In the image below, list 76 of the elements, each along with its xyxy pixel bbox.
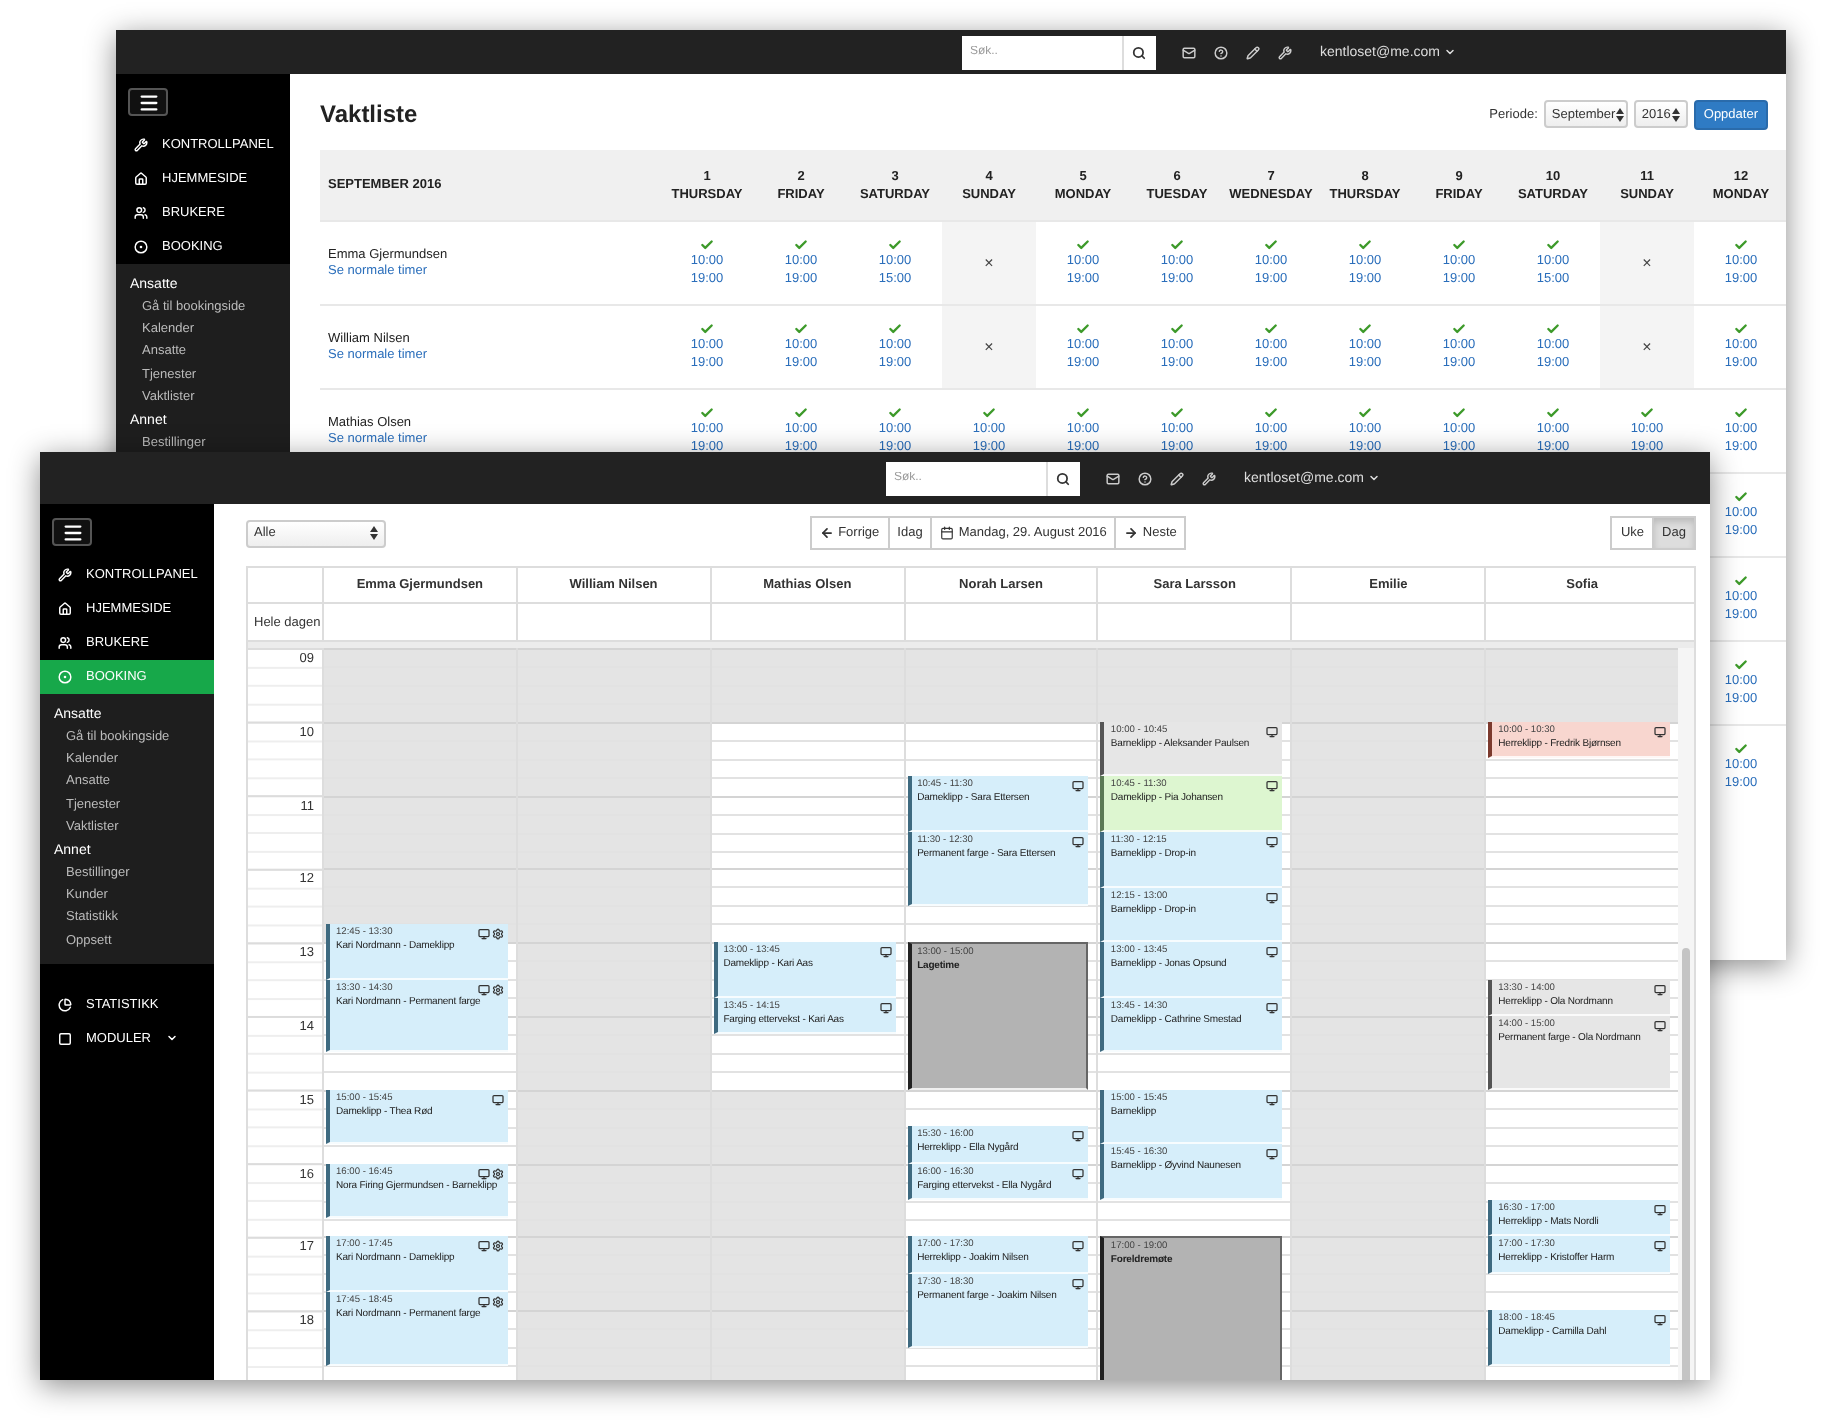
check-icon [1734,742,1748,756]
pie-chart-icon [58,997,72,1012]
users-icon [134,206,148,220]
menu-icon [61,521,83,543]
check-icon [888,322,902,336]
menu-button[interactable] [128,88,168,116]
check-icon [794,238,808,252]
check-icon [700,238,714,252]
check-icon [1264,406,1278,420]
scrollbar-thumb[interactable] [1681,948,1690,1380]
check-icon [1170,406,1184,420]
arrow-right-icon [1124,526,1139,540]
day-off-mark: × [1642,338,1652,356]
check-icon [1734,406,1748,420]
menu-button[interactable] [52,518,92,546]
arrow-left-icon [820,526,835,540]
day-off-mark: × [984,338,994,356]
check-icon [1264,238,1278,252]
pencil-icon[interactable] [1169,471,1184,485]
calendar-icon [940,526,955,540]
check-icon [888,238,902,252]
check-icon [1452,322,1466,336]
users-icon [58,636,72,650]
check-icon [1452,406,1466,420]
mail-icon[interactable] [1181,45,1196,59]
check-icon [1734,238,1748,252]
help-icon[interactable] [1213,45,1228,59]
ring-icon [58,670,72,684]
wrench-icon[interactable] [1277,45,1292,59]
check-icon [1734,322,1748,336]
mail-icon[interactable] [1105,471,1120,485]
home-icon [134,172,148,186]
check-icon [1076,406,1090,420]
check-icon [1358,238,1372,252]
check-icon [1734,574,1748,588]
search-icon [1056,471,1071,485]
check-icon [1546,238,1560,252]
day-off-mark: × [1642,254,1652,272]
check-icon [1170,322,1184,336]
wrench-icon[interactable] [1201,471,1216,485]
check-icon [888,406,902,420]
check-icon [1076,238,1090,252]
check-icon [700,406,714,420]
check-icon [1640,406,1654,420]
check-icon [1264,322,1278,336]
page-title: Vaktliste [320,100,418,128]
check-icon [1358,322,1372,336]
day-off-mark: × [984,254,994,272]
check-icon [1170,238,1184,252]
wrench-icon [134,138,148,152]
square-icon [58,1031,72,1046]
caret-icon [1444,46,1456,58]
caret-icon [1368,472,1380,484]
search-button[interactable] [1045,461,1080,495]
help-icon[interactable] [1137,471,1152,485]
home-icon [58,602,72,616]
wrench-icon [58,568,72,582]
check-icon [982,406,996,420]
check-icon [700,322,714,336]
pencil-icon[interactable] [1245,45,1260,59]
check-icon [794,322,808,336]
check-icon [1734,490,1748,504]
search-icon [1132,45,1147,59]
check-icon [1358,406,1372,420]
select-arrows-icon [370,526,378,540]
search-button[interactable] [1121,35,1156,69]
check-icon [1546,406,1560,420]
ring-icon [134,240,148,254]
check-icon [1452,238,1466,252]
check-icon [1734,658,1748,672]
select-arrows-icon [1671,107,1680,121]
check-icon [1546,322,1560,336]
check-icon [794,406,808,420]
select-arrows-icon [1615,107,1624,121]
check-icon [1076,322,1090,336]
menu-icon [137,91,159,113]
